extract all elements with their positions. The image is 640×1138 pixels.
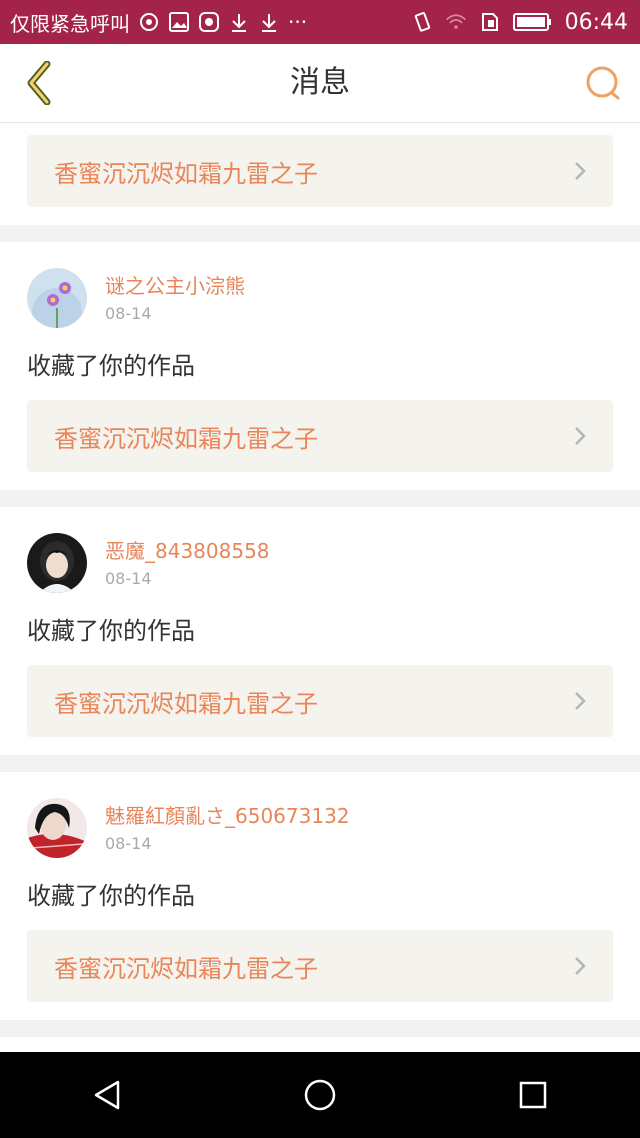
message-card: 恶魔_843808558 08-14 收藏了你的作品 香蜜沉沉烬如霜九雷之子: [0, 507, 640, 755]
work-title: 香蜜沉沉烬如霜九雷之子: [54, 424, 318, 453]
red-portrait-avatar[interactable]: [27, 798, 87, 858]
message-card: 谜之公主小淙熊 08-14 收藏了你的作品 香蜜沉沉烬如霜九雷之子: [0, 242, 640, 490]
status-bar: 仅限紧急呼叫 ··· 06:44: [0, 0, 640, 44]
hotspot-icon: [138, 11, 160, 33]
work-link[interactable]: 香蜜沉沉烬如霜九雷之子: [27, 930, 613, 1002]
message-card: 香蜜沉沉烬如霜九雷之子: [0, 123, 640, 225]
back-button[interactable]: [14, 58, 62, 108]
top-app-bar: 消息: [0, 44, 640, 123]
user-row: 恶魔_843808558 08-14: [27, 533, 613, 595]
user-row: 魅羅紅顏亂さ_650673132 08-14: [27, 798, 613, 860]
nav-home-button[interactable]: [280, 1060, 360, 1130]
app-notification-icon: [198, 11, 220, 33]
square-recents-icon: [520, 1081, 547, 1109]
more-notifications-text: ···: [288, 10, 308, 34]
user-row: 谜之公主小淙熊 08-14: [27, 268, 613, 330]
search-icon: [586, 66, 620, 100]
wifi-icon: [445, 11, 467, 33]
message-card: 魅羅紅顏亂さ_650673132 08-14 收藏了你的作品 香蜜沉沉烬如霜九雷…: [0, 772, 640, 1020]
gallery-icon: [168, 11, 190, 33]
carrier-text: 仅限紧急呼叫: [10, 11, 130, 36]
search-button[interactable]: [580, 60, 626, 106]
work-link[interactable]: 香蜜沉沉烬如霜九雷之子: [27, 665, 613, 737]
download-icon: [228, 11, 250, 33]
triangle-back-icon: [94, 1080, 119, 1110]
message-card-partial: [0, 1037, 640, 1052]
date: 08-14: [105, 569, 152, 588]
work-link[interactable]: 香蜜沉沉烬如霜九雷之子: [27, 135, 613, 207]
username[interactable]: 恶魔_843808558: [105, 539, 270, 563]
page-title: 消息: [290, 65, 350, 100]
username[interactable]: 谜之公主小淙熊: [105, 274, 245, 298]
vibrate-icon: [411, 11, 433, 33]
action-text: 收藏了你的作品: [27, 352, 195, 380]
work-title: 香蜜沉沉烬如霜九雷之子: [54, 954, 318, 983]
action-text: 收藏了你的作品: [27, 617, 195, 645]
flower-avatar[interactable]: [27, 268, 87, 328]
chevron-right-icon: [575, 427, 586, 445]
nav-recents-button[interactable]: [493, 1060, 573, 1130]
download-icon-2: [258, 11, 280, 33]
work-link[interactable]: 香蜜沉沉烬如霜九雷之子: [27, 400, 613, 472]
chevron-left-icon: [27, 61, 51, 105]
date: 08-14: [105, 304, 152, 323]
action-text: 收藏了你的作品: [27, 882, 195, 910]
battery-icon: [512, 11, 553, 33]
username[interactable]: 魅羅紅顏亂さ_650673132: [105, 804, 350, 828]
clock-text: 06:44: [564, 9, 628, 35]
system-navigation-bar: [0, 1052, 640, 1138]
circle-home-icon: [304, 1079, 336, 1111]
chevron-right-icon: [575, 692, 586, 710]
nav-back-button[interactable]: [67, 1060, 147, 1130]
message-list[interactable]: 香蜜沉沉烬如霜九雷之子 谜之公主小淙熊 08-14 收藏了你的作品 香蜜沉沉烬如…: [0, 123, 640, 1052]
sim-icon: [479, 11, 501, 33]
work-title: 香蜜沉沉烬如霜九雷之子: [54, 159, 318, 188]
work-title: 香蜜沉沉烬如霜九雷之子: [54, 689, 318, 718]
date: 08-14: [105, 834, 152, 853]
chevron-right-icon: [575, 162, 586, 180]
girl-avatar[interactable]: [27, 533, 87, 593]
chevron-right-icon: [575, 957, 586, 975]
